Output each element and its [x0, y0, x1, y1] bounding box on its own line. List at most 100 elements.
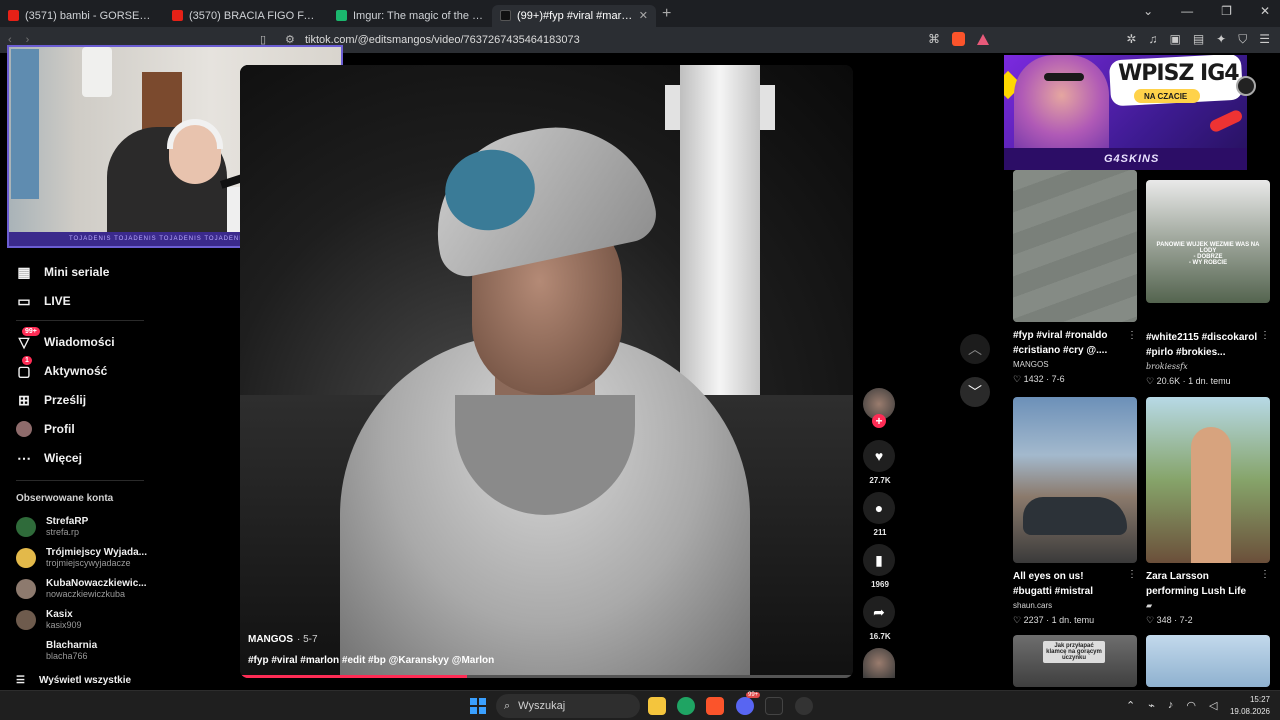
browser-tab-3[interactable]: Imgur: The magic of the Internet — [328, 5, 492, 27]
brave-shield-icon[interactable] — [952, 32, 965, 46]
next-video-button[interactable]: ﹀ — [960, 377, 990, 407]
video-thumbnail[interactable] — [1146, 635, 1270, 687]
chevron-down-icon: ﹀ — [968, 384, 982, 400]
video-player[interactable]: MANGOS · 5-7 #fyp #viral #marlon #edit #b… — [240, 65, 853, 678]
brave-rewards-icon[interactable] — [977, 34, 989, 45]
microphone-icon[interactable]: ♪ — [1168, 699, 1174, 712]
media-icon[interactable]: ♫ — [1148, 32, 1157, 47]
video-thumbnail[interactable] — [1146, 397, 1270, 563]
sidebar-item-label: Wiadomości — [44, 335, 115, 349]
discord-icon[interactable]: 99+ — [736, 692, 761, 715]
vpn-icon[interactable]: ⛉ — [1238, 32, 1247, 47]
sidebar-item-live[interactable]: ▭ LIVE — [16, 293, 71, 309]
following-account[interactable]: Blacharnia blacha766 — [16, 640, 97, 661]
video-thumbnail[interactable] — [1013, 170, 1137, 322]
menu-icon[interactable]: ☰ — [1259, 32, 1270, 47]
video-card[interactable]: Jak przyłapać klamcę na gorącym uczynku — [1013, 635, 1137, 687]
card-author[interactable]: shaun.cars — [1013, 601, 1137, 612]
new-tab-button[interactable]: + — [662, 5, 671, 23]
wifi-icon[interactable]: ◠ — [1186, 699, 1196, 712]
following-account[interactable]: KubaNowaczkiewic... nowaczkiewiczkuba — [16, 578, 147, 599]
card-author[interactable]: brokiessfx — [1146, 362, 1270, 373]
ad-close-icon[interactable] — [1236, 76, 1256, 96]
see-all-following[interactable]: ☰ Wyświetl wszystkie — [16, 675, 131, 686]
video-card[interactable]: PANOWIE WUJEK WEZMIE WAS NA LODY - DOBRZ… — [1146, 170, 1270, 387]
sidebar-item-label: LIVE — [44, 294, 71, 308]
video-thumbnail[interactable]: PANOWIE WUJEK WEZMIE WAS NA LODY - DOBRZ… — [1146, 180, 1270, 303]
wallet-icon[interactable]: ▤ — [1193, 32, 1204, 47]
edge-icon[interactable] — [677, 697, 695, 715]
more-options-icon[interactable]: ⋮ — [1260, 330, 1270, 341]
account-name: Blacharnia — [46, 640, 98, 651]
windows-start-button[interactable] — [470, 698, 486, 714]
chevron-up-icon[interactable]: ⌃ — [1126, 699, 1135, 712]
video-card[interactable]: ⋮ Zara Larsson performing Lush Life a...… — [1146, 397, 1270, 626]
sidebar-item-label: Prześlij — [44, 393, 87, 407]
following-account[interactable]: Trójmiejscy Wyjada... trojmiejscywyjadacz… — [16, 547, 147, 568]
more-options-icon[interactable]: ⋮ — [1127, 330, 1137, 341]
left-sidebar: ▦ Mini seriale ▭ LIVE ▽ 99+ Wiadomości ▢ 1… — [0, 250, 240, 690]
sidebar-item-more[interactable]: ⋯ Więcej — [16, 450, 82, 466]
author-name[interactable]: MANGOS — [248, 634, 293, 645]
browser-tab-4-active[interactable]: (99+)#fyp #viral #marlon #edit # ✕ — [492, 4, 656, 27]
browser-tab-1[interactable]: (3571) bambi - GORSET - YouTube — [0, 5, 164, 27]
restore-button[interactable]: ❐ — [1221, 4, 1232, 18]
translate-icon[interactable]: ⌘ — [928, 32, 940, 46]
sidebar-item-messages[interactable]: ▽ 99+ Wiadomości — [16, 327, 115, 350]
share-count: 16.7K — [869, 632, 891, 641]
webcam-towel — [82, 47, 112, 97]
sidebar-icon[interactable]: ▣ — [1169, 32, 1180, 47]
ad-banner[interactable]: WPISZ IG4 NA CZACIE G4SKINS — [1004, 55, 1247, 170]
video-card[interactable] — [1146, 635, 1270, 687]
video-thumbnail[interactable]: Jak przyłapać klamcę na gorącym uczynku — [1013, 635, 1137, 687]
sidebar-item-upload[interactable]: ⊞ Prześlij — [16, 392, 86, 408]
minimize-button[interactable]: — — [1181, 4, 1193, 18]
card-stats: ♡ 2237 · 1 dn. temu — [1013, 615, 1095, 625]
like-button[interactable]: ♥ — [863, 440, 895, 472]
comment-button[interactable]: ● — [863, 492, 895, 524]
thumbnail-caption: PANOWIE WUJEK WEZMIE WAS NA LODY - DOBRZ… — [1156, 242, 1260, 266]
volume-icon[interactable]: ◁ — [1209, 699, 1217, 712]
url-field[interactable]: tiktok.com/@editsmangos/video/7637267435… — [305, 34, 580, 46]
account-handle: kasix909 — [46, 620, 82, 630]
following-account[interactable]: Kasix kasix909 — [16, 609, 82, 630]
video-card[interactable]: ⋮ All eyes on us! #bugatti #mistral #mon… — [1013, 397, 1137, 626]
card-author[interactable]: ▰ — [1146, 601, 1270, 612]
video-card[interactable]: ⋮ #fyp #viral #ronaldo #cristiano #cry @… — [1013, 170, 1137, 385]
close-tab-icon[interactable]: ✕ — [639, 9, 648, 22]
leo-ai-icon[interactable]: ✦ — [1216, 32, 1226, 47]
avatar — [16, 578, 36, 599]
chevron-down-icon[interactable]: ⌄ — [1143, 4, 1153, 18]
sidebar-item-activity[interactable]: ▢ 1 Aktywność — [16, 356, 107, 379]
card-title: #white2115 #discokarol #pirlo #brokies..… — [1146, 332, 1258, 358]
brave-icon[interactable] — [706, 697, 724, 715]
tab-title: Imgur: The magic of the Internet — [353, 9, 484, 22]
video-thumbnail[interactable] — [1013, 397, 1137, 563]
save-button[interactable]: ▮ — [863, 544, 895, 576]
app-icon[interactable] — [765, 697, 783, 715]
follow-plus-icon[interactable]: + — [872, 414, 886, 428]
taskbar-search[interactable]: ⌕ Wyszukaj — [496, 694, 640, 718]
video-progress-bar[interactable] — [240, 675, 467, 678]
clock-date: 19.08.2026 — [1229, 707, 1270, 716]
file-explorer-icon[interactable] — [648, 697, 666, 715]
sidebar-item-profile[interactable]: Profil — [16, 421, 75, 437]
share-button[interactable]: ➦ — [863, 596, 895, 628]
close-window-button[interactable]: ✕ — [1260, 4, 1270, 18]
browser-tab-2[interactable]: (3570) BRACIA FIGO FAGOT - CZY KO — [164, 5, 328, 27]
video-pillar — [680, 65, 760, 395]
network-icon[interactable]: ⌁ — [1148, 699, 1155, 712]
windows-taskbar: ⌕ Wyszukaj 99+ ⌃ ⌁ ♪ ◠ ◁ 15:27 19.08.202… — [0, 690, 1280, 720]
extensions-icon[interactable]: ✲ — [1126, 32, 1136, 47]
obs-icon[interactable] — [795, 697, 813, 715]
more-options-icon[interactable]: ⋮ — [1260, 569, 1270, 580]
card-author[interactable]: MANGOS — [1013, 360, 1137, 371]
following-account[interactable]: StrefaRP strefa.rp — [16, 516, 88, 537]
video-author[interactable]: MANGOS · 5-7 — [248, 634, 318, 645]
more-options-icon[interactable]: ⋮ — [1127, 569, 1137, 580]
sidebar-item-mini-series[interactable]: ▦ Mini seriale — [16, 264, 109, 280]
video-caption[interactable]: #fyp #viral #marlon #edit #bp @Karanskyy… — [248, 655, 494, 666]
previous-video-button[interactable]: ︿ — [960, 334, 990, 364]
sound-disc-icon[interactable] — [863, 648, 895, 678]
system-clock[interactable]: 15:27 19.08.2026 — [1228, 694, 1270, 718]
